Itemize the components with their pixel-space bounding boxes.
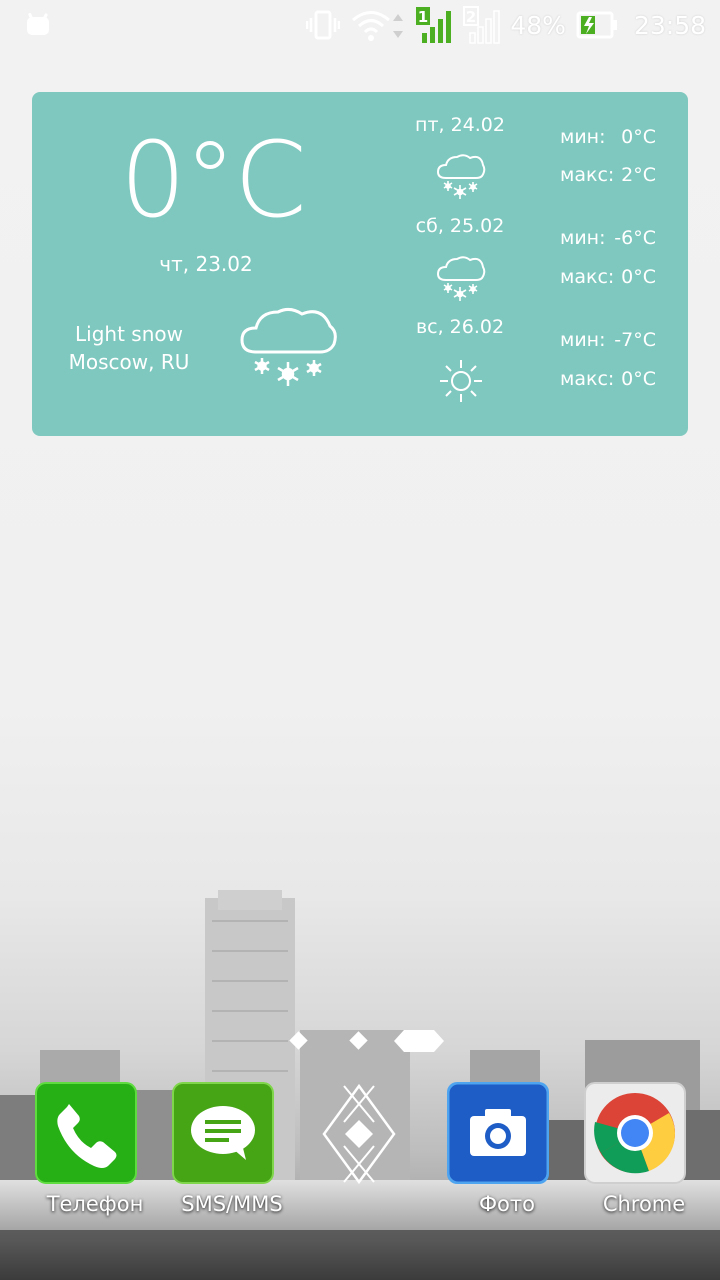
sun-icon bbox=[440, 360, 482, 402]
sms-icon[interactable] bbox=[172, 1082, 274, 1184]
snow-cloud-icon bbox=[436, 256, 486, 301]
sim2-label: 2 bbox=[466, 8, 476, 26]
forecast-max-label: макс: bbox=[560, 266, 615, 288]
forecast-min-label: мин: bbox=[560, 227, 606, 249]
sim1-label: 1 bbox=[418, 8, 428, 26]
current-date: чт, 23.02 bbox=[159, 252, 253, 276]
page-dot-active[interactable] bbox=[394, 1030, 444, 1052]
snow-cloud-icon bbox=[240, 307, 337, 386]
forecast-max-value: 0°C bbox=[621, 368, 656, 390]
current-condition: Light snow bbox=[75, 322, 183, 346]
dock-app-sms[interactable]: SMS/MMS bbox=[172, 1082, 292, 1222]
forecast-min-value: -7°C bbox=[614, 329, 656, 351]
dock-app-photo[interactable]: Фото bbox=[447, 1082, 567, 1222]
page-dot[interactable] bbox=[349, 1031, 368, 1050]
dock-app-phone[interactable]: Телефон bbox=[35, 1082, 155, 1222]
forecast-day: сб, 25.02 bbox=[415, 215, 505, 237]
android-notification-icon bbox=[27, 12, 49, 35]
forecast-max-value: 2°C bbox=[621, 164, 656, 186]
battery-percent: 48% bbox=[510, 10, 566, 40]
dock-label: Chrome bbox=[602, 1192, 686, 1216]
page-indicator[interactable] bbox=[0, 1030, 720, 1054]
forecast-min-value: -6°C bbox=[614, 227, 656, 249]
forecast-min-label: мин: bbox=[560, 126, 606, 148]
forecast-max-label: макс: bbox=[560, 368, 615, 390]
wifi-icon bbox=[352, 11, 404, 41]
app-drawer-icon[interactable] bbox=[310, 1082, 412, 1184]
dock-label: SMS/MMS bbox=[181, 1192, 283, 1216]
current-location: Moscow, RU bbox=[68, 350, 190, 374]
page-dot[interactable] bbox=[289, 1031, 308, 1050]
clock: 23:58 bbox=[633, 10, 706, 40]
current-temperature: 0°C bbox=[120, 119, 307, 241]
battery-charging-icon bbox=[576, 11, 617, 39]
status-bar[interactable]: 1 2 48% 23:58 bbox=[0, 0, 720, 50]
forecast-day: вс, 26.02 bbox=[415, 316, 505, 338]
dock-label: Фото bbox=[478, 1192, 535, 1216]
camera-icon[interactable] bbox=[447, 1082, 549, 1184]
phone-icon[interactable] bbox=[35, 1082, 137, 1184]
forecast-day: пт, 24.02 bbox=[415, 114, 505, 136]
forecast-min-label: мин: bbox=[560, 329, 606, 351]
dock-label: Телефон bbox=[46, 1192, 144, 1216]
snow-cloud-icon bbox=[436, 154, 486, 199]
vibrate-icon bbox=[306, 10, 341, 40]
weather-widget[interactable]: 0°C чт, 23.02 Light snow Moscow, RU пт, … bbox=[32, 92, 688, 436]
current-condition-block: Light snow Moscow, RU bbox=[54, 320, 204, 376]
forecast-min-value: 0°C bbox=[621, 126, 656, 148]
dock-app-chrome[interactable]: Chrome bbox=[584, 1082, 704, 1222]
chrome-icon[interactable] bbox=[584, 1082, 686, 1184]
forecast-max-value: 0°C bbox=[621, 266, 656, 288]
sim2-signal-icon: 2 bbox=[463, 6, 501, 44]
sim1-signal-icon: 1 bbox=[416, 7, 452, 43]
forecast-max-label: макс: bbox=[560, 164, 615, 186]
dock-app-drawer[interactable] bbox=[310, 1082, 430, 1222]
